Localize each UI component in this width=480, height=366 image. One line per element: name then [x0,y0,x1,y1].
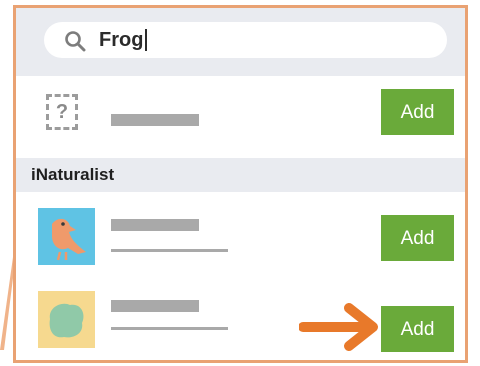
add-button[interactable]: Add [381,306,454,352]
search-box[interactable] [44,22,447,58]
species-name-placeholder [111,300,199,312]
section-header-inaturalist: iNaturalist [16,158,465,192]
search-icon [65,31,86,52]
unknown-species-row: ? Add [16,76,465,158]
result-row: Add [16,280,465,360]
section-label: iNaturalist [31,165,115,184]
species-search-panel: ? Add iNaturalist Add Add [13,5,468,363]
add-button[interactable]: Add [381,215,454,261]
text-cursor [145,29,147,51]
add-button[interactable]: Add [381,89,454,135]
species-detail-placeholder [111,327,228,330]
species-name-placeholder [111,219,199,231]
leaf-thumbnail-icon [38,291,95,348]
result-row: Add [16,192,465,280]
arrow-right-icon [299,303,378,351]
species-detail-placeholder [111,249,228,252]
pointer-shape [0,250,14,350]
unknown-species-icon: ? [46,94,78,130]
bird-thumbnail-icon [38,208,95,265]
search-input[interactable] [99,24,429,56]
search-bar-area [16,8,465,76]
species-name-placeholder [111,114,199,126]
